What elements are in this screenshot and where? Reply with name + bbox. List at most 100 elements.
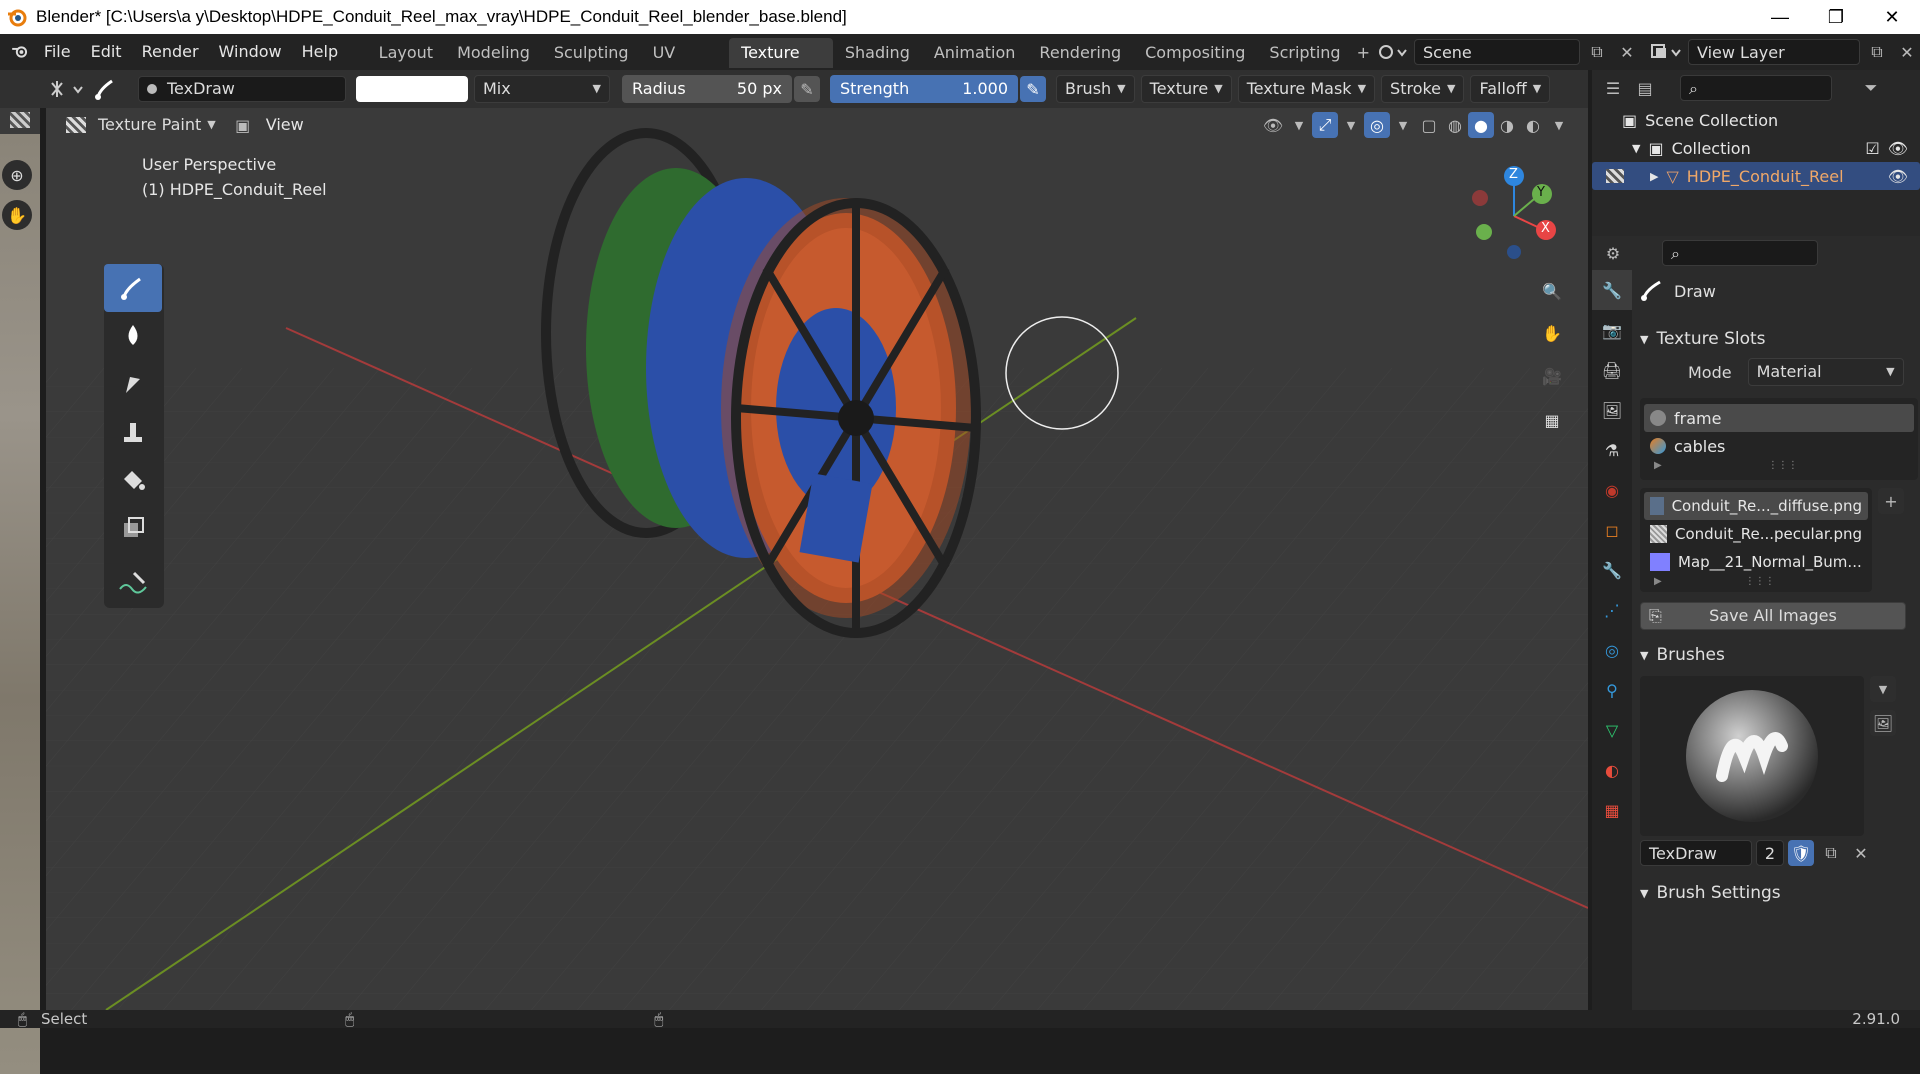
falloff-menu[interactable]: Falloff ▼: [1470, 75, 1551, 103]
tab-compositing[interactable]: Compositing: [1133, 38, 1257, 68]
physics-tab-icon[interactable]: ◎: [1592, 630, 1632, 670]
radius-slider[interactable]: Radius 50 px: [622, 75, 792, 103]
constraints-tab-icon[interactable]: ⚲: [1592, 670, 1632, 710]
brush-name-field[interactable]: TexDraw: [138, 76, 346, 102]
tab-scripting[interactable]: Scripting: [1257, 38, 1352, 68]
canvas-toggle-icon[interactable]: ▣: [230, 112, 256, 138]
tab-shading[interactable]: Shading: [833, 38, 922, 68]
3d-viewport[interactable]: [46, 108, 1588, 1010]
tab-texture-paint[interactable]: Texture Paint: [729, 38, 833, 92]
strength-slider[interactable]: Strength 1.000: [830, 75, 1018, 103]
minimize-button[interactable]: —: [1752, 0, 1808, 34]
brushes-header[interactable]: ▼ Brushes: [1640, 640, 1918, 670]
texture-mask-menu[interactable]: Texture Mask ▼: [1237, 75, 1376, 103]
tool-mask[interactable]: [104, 504, 162, 552]
tool-clone[interactable]: [104, 408, 162, 456]
rendered-shading-icon[interactable]: ◐: [1520, 112, 1546, 138]
menu-help[interactable]: Help: [292, 34, 348, 70]
restore-button[interactable]: ❐: [1808, 0, 1864, 34]
save-all-images-button[interactable]: ⎘ Save All Images: [1640, 602, 1906, 630]
hand-icon[interactable]: ✋: [1534, 315, 1570, 351]
blender-menu-icon[interactable]: [6, 34, 34, 70]
ortho-grid-icon[interactable]: ▦: [1534, 402, 1570, 438]
chevron-down-icon[interactable]: ▼: [1286, 112, 1312, 138]
tool-soften[interactable]: [104, 312, 162, 360]
brush-preview[interactable]: [1640, 676, 1864, 836]
overlay-toggle-icon[interactable]: ◎: [1364, 112, 1390, 138]
chevron-down-icon[interactable]: ▼: [1870, 676, 1896, 702]
list-item[interactable]: frame: [1644, 404, 1914, 432]
menu-file[interactable]: File: [34, 34, 81, 70]
list-item[interactable]: Conduit_Re...pecular.png: [1644, 520, 1868, 548]
outliner-editor-icon[interactable]: ☰: [1600, 75, 1626, 101]
properties-search-input[interactable]: ⌕: [1662, 240, 1818, 266]
checker-icon[interactable]: [10, 112, 30, 128]
scene-tab-icon[interactable]: ⚗: [1592, 430, 1632, 470]
collection-row[interactable]: ▼ ▣ Collection ☑ 👁: [1592, 134, 1920, 162]
new-scene-icon[interactable]: ⧉: [1584, 39, 1610, 65]
outliner-search-input[interactable]: ⌕: [1680, 75, 1832, 101]
object-tab-icon[interactable]: ◻: [1592, 510, 1632, 550]
blend-mode-dropdown[interactable]: Mix ▼: [474, 75, 610, 103]
list-resize-handle[interactable]: ▶ ⋮⋮⋮: [1644, 576, 1868, 588]
tab-modeling[interactable]: Modeling: [445, 38, 542, 68]
checkbox-icon[interactable]: ☑: [1865, 139, 1879, 158]
close-window-button[interactable]: ✕: [1864, 0, 1920, 34]
camera-icon[interactable]: 🎥: [1534, 358, 1570, 394]
list-item[interactable]: cables: [1644, 432, 1914, 460]
tab-animation[interactable]: Animation: [922, 38, 1028, 68]
brush-settings-header[interactable]: ▼ Brush Settings: [1640, 878, 1918, 908]
brush-users-count[interactable]: 2: [1756, 840, 1784, 866]
mode-dropdown[interactable]: Texture Paint ▼: [90, 111, 224, 139]
list-resize-handle[interactable]: ▶ ⋮⋮⋮: [1644, 460, 1914, 474]
chevron-down-icon[interactable]: ▼: [1390, 112, 1416, 138]
tab-rendering[interactable]: Rendering: [1027, 38, 1133, 68]
navigation-gizmo[interactable]: Z Y X: [1466, 160, 1562, 266]
brush-datablock-name[interactable]: TexDraw: [1640, 840, 1752, 866]
zoom-icon[interactable]: 🔍: [1534, 273, 1570, 309]
add-image-icon[interactable]: +: [1878, 488, 1904, 514]
tab-sculpting[interactable]: Sculpting: [542, 38, 641, 68]
new-view-layer-icon[interactable]: ⧉: [1864, 39, 1890, 65]
tool-annotate[interactable]: [104, 560, 162, 608]
delete-view-layer-icon[interactable]: ✕: [1894, 39, 1920, 65]
tool-smear[interactable]: [104, 360, 162, 408]
menu-window[interactable]: Window: [209, 34, 292, 70]
material-shading-icon[interactable]: ◑: [1494, 112, 1520, 138]
tool-type-icon[interactable]: [46, 75, 90, 103]
scene-icon[interactable]: [1376, 39, 1410, 65]
zoom-strip-icon[interactable]: ⊕: [2, 160, 32, 190]
tool-fill[interactable]: [104, 456, 162, 504]
menu-edit[interactable]: Edit: [81, 34, 132, 70]
image-icon[interactable]: 🖼: [1870, 710, 1896, 736]
chevron-down-icon[interactable]: ▼: [1546, 112, 1572, 138]
color-swatch[interactable]: [356, 76, 468, 102]
tab-layout[interactable]: Layout: [367, 38, 445, 68]
view-layer-tab-icon[interactable]: 🖼: [1592, 390, 1632, 430]
unlink-icon[interactable]: ✕: [1848, 840, 1874, 866]
scene-name-field[interactable]: Scene: [1413, 39, 1580, 65]
tool-tab-icon[interactable]: 🔧: [1592, 270, 1632, 310]
tab-uv-editing[interactable]: UV Editing: [641, 38, 730, 92]
texture-tab-icon[interactable]: ▦: [1592, 790, 1632, 830]
render-tab-icon[interactable]: 📷: [1592, 310, 1632, 350]
strength-pressure-icon[interactable]: ✎: [1020, 76, 1046, 102]
scene-collection-row[interactable]: ▣ Scene Collection: [1592, 106, 1920, 134]
gizmo-toggle-icon[interactable]: ⤢: [1312, 112, 1338, 138]
list-item[interactable]: Conduit_Re..._diffuse.png: [1644, 492, 1868, 520]
view-layer-field[interactable]: View Layer: [1687, 39, 1860, 65]
texture-menu[interactable]: Texture ▼: [1140, 75, 1232, 103]
texture-slots-header[interactable]: ▼ Texture Slots: [1640, 324, 1918, 354]
eye-icon[interactable]: 👁: [1888, 139, 1908, 158]
object-row[interactable]: ▶ ▽ HDPE_Conduit_Reel 👁: [1592, 162, 1920, 190]
duplicate-icon[interactable]: ⧉: [1818, 840, 1844, 866]
stroke-menu[interactable]: Stroke ▼: [1381, 75, 1465, 103]
world-tab-icon[interactable]: ◉: [1592, 470, 1632, 510]
data-tab-icon[interactable]: ▽: [1592, 710, 1632, 750]
radius-pressure-icon[interactable]: ✎: [794, 76, 820, 102]
material-tab-icon[interactable]: ◐: [1592, 750, 1632, 790]
visibility-icon[interactable]: 👁: [1260, 112, 1286, 138]
properties-editor-icon[interactable]: ⚙: [1600, 240, 1626, 266]
output-tab-icon[interactable]: 🖨: [1592, 350, 1632, 390]
add-workspace-button[interactable]: +: [1353, 38, 1374, 68]
